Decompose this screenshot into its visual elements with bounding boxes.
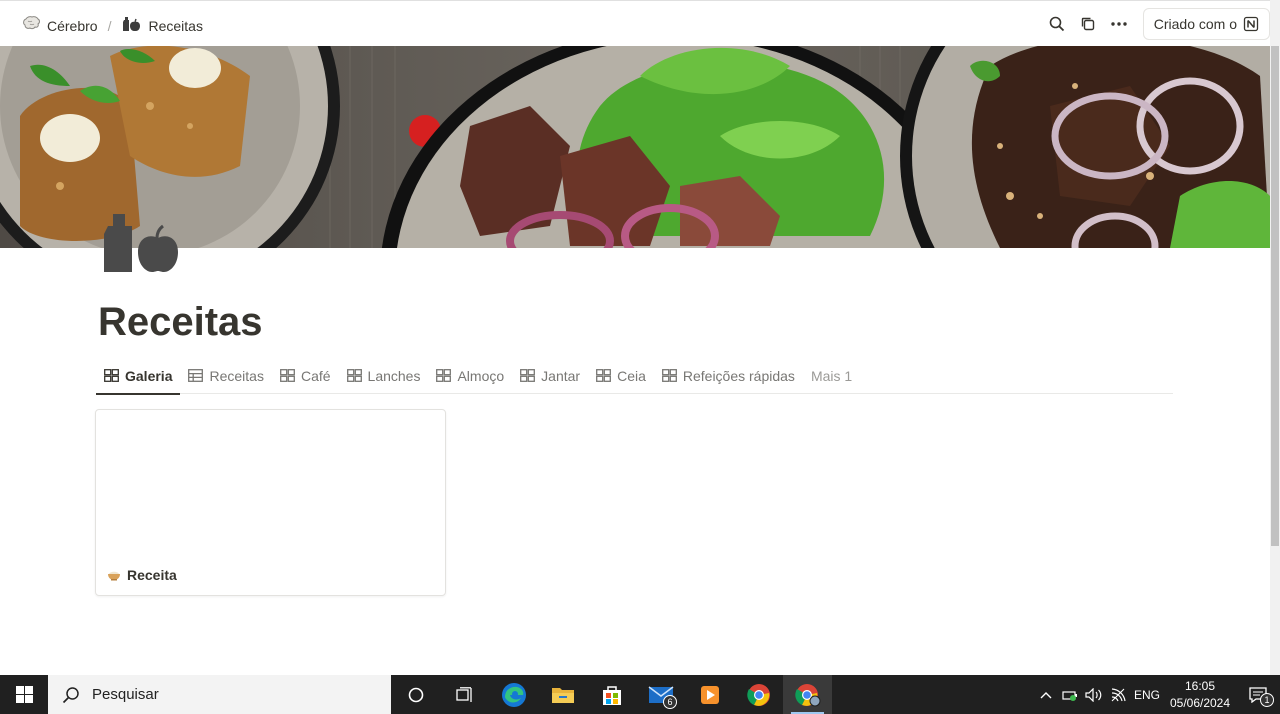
breadcrumb-page[interactable]: Receitas (117, 14, 206, 37)
breadcrumb-separator: / (107, 17, 112, 34)
view-tabs: Galeria Receitas Café Lanches Almoço Jan… (96, 358, 1173, 395)
cover-image (0, 46, 1270, 248)
breadcrumb-workspace-label: Cérebro (47, 17, 98, 34)
cortana-icon (408, 687, 423, 702)
made-with-notion-button[interactable]: Criado com o (1142, 8, 1270, 40)
start-button[interactable] (0, 675, 48, 714)
tab-label: Café (300, 367, 331, 384)
page-title[interactable]: Receitas (98, 300, 263, 345)
tab-lanches[interactable]: Lanches (339, 358, 429, 394)
chrome-profile-icon (794, 683, 820, 706)
notifications-button[interactable]: 1 (1236, 686, 1280, 707)
gallery-icon (104, 369, 119, 382)
clock[interactable]: 16:05 05/06/2024 (1164, 678, 1236, 712)
windows-logo-icon (15, 686, 33, 703)
tab-refeicoes-rapidas[interactable]: Refeições rápidas (654, 358, 803, 394)
table-icon (188, 369, 204, 382)
brain-icon (22, 16, 40, 35)
tab-label: Lanches (367, 367, 421, 384)
system-tray: ENG 16:05 05/06/2024 1 (1034, 675, 1280, 714)
taskbar-search[interactable]: Pesquisar (48, 675, 391, 714)
search-icon (62, 686, 79, 703)
top-actions: Criado com o (1042, 8, 1270, 40)
wifi-icon (1111, 687, 1126, 701)
breadcrumb-workspace[interactable]: Cérebro (18, 14, 102, 37)
page-icon[interactable] (100, 212, 180, 274)
card-title-label: Receita (127, 567, 177, 583)
network-button[interactable] (1106, 687, 1130, 702)
breadcrumb: Cérebro / Receitas (18, 14, 207, 37)
chevron-up-icon (1040, 691, 1052, 698)
tab-label: Refeições rápidas (682, 367, 795, 384)
more-views-label: Mais 1 (810, 367, 853, 384)
search-icon (1049, 16, 1064, 32)
tab-ceia[interactable]: Ceia (588, 358, 654, 394)
tab-galeria[interactable]: Galeria (96, 358, 181, 395)
tab-jantar[interactable]: Jantar (512, 358, 588, 394)
bottle-apple-icon (104, 214, 178, 272)
clock-time: 16:05 (1184, 678, 1216, 693)
scrollbar-thumb[interactable] (1271, 46, 1279, 546)
more-options-button[interactable] (1104, 9, 1134, 39)
notion-logo-icon (1243, 16, 1259, 32)
chrome-icon (746, 683, 770, 706)
gallery-icon (520, 369, 536, 382)
search-button[interactable] (1042, 9, 1072, 39)
more-icon (1111, 22, 1127, 26)
media-player-app[interactable] (685, 675, 734, 714)
store-icon (602, 685, 621, 705)
volume-button[interactable] (1082, 687, 1106, 702)
battery-button[interactable] (1058, 689, 1082, 701)
notion-window: Cérebro / Receitas Criado com o Receitas… (0, 0, 1280, 714)
cortana-button[interactable] (391, 675, 440, 714)
edge-icon (501, 682, 526, 707)
show-hidden-icons-button[interactable] (1034, 691, 1058, 699)
windows-taskbar: Pesquisar 6 ENG 16:05 05/06/2024 1 (0, 675, 1280, 714)
chrome-profile-app[interactable] (783, 675, 832, 714)
tab-label: Ceia (617, 367, 646, 384)
tab-label: Jantar (541, 367, 581, 384)
language-label: ENG (1133, 687, 1160, 702)
notification-badge: 1 (1260, 692, 1274, 707)
made-with-label: Criado com o (1153, 16, 1237, 32)
mail-app[interactable]: 6 (636, 675, 685, 714)
media-player-icon (700, 685, 719, 704)
card-title: Receita (107, 567, 177, 583)
chrome-app[interactable] (734, 675, 783, 714)
edge-app[interactable] (489, 675, 538, 714)
duplicate-button[interactable] (1073, 9, 1103, 39)
duplicate-icon (1081, 17, 1094, 31)
tab-label: Almoço (457, 367, 505, 384)
battery-icon (1062, 690, 1077, 701)
page-scrollbar[interactable] (1270, 0, 1280, 675)
tab-label: Receitas (209, 367, 264, 384)
file-explorer-app[interactable] (538, 675, 587, 714)
more-views-button[interactable]: Mais 1 (803, 358, 860, 394)
language-indicator[interactable]: ENG (1130, 688, 1164, 702)
tab-receitas[interactable]: Receitas (180, 358, 271, 394)
bottle-apple-icon (121, 16, 141, 35)
task-view-button[interactable] (440, 675, 489, 714)
tab-almoco[interactable]: Almoço (428, 358, 512, 394)
gallery-icon (436, 369, 452, 382)
gallery-icon (596, 369, 612, 382)
mail-badge: 6 (663, 695, 677, 709)
gallery-icon (346, 369, 362, 382)
task-view-icon (455, 686, 472, 702)
gallery-icon (661, 369, 677, 382)
taskbar-search-placeholder: Pesquisar (92, 686, 159, 703)
top-bar: Cérebro / Receitas Criado com o (0, 0, 1270, 46)
gallery-icon (280, 369, 295, 382)
store-app[interactable] (587, 675, 636, 714)
bowl-icon (108, 571, 120, 581)
tab-cafe[interactable]: Café (272, 358, 339, 394)
breadcrumb-page-label: Receitas (148, 17, 203, 34)
volume-icon (1085, 687, 1102, 702)
gallery-card[interactable]: Receita (95, 409, 446, 596)
clock-date: 05/06/2024 (1169, 695, 1231, 710)
tab-label: Galeria (125, 367, 173, 384)
folder-icon (551, 687, 574, 703)
